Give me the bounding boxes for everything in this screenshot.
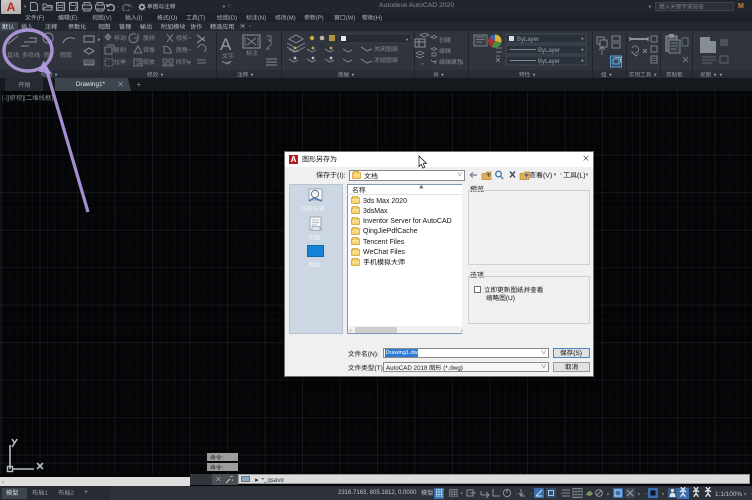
svg-text:A: A [220,35,232,54]
svg-text:ByLayer: ByLayer [517,37,539,43]
svg-text:ByLayer: ByLayer [538,59,560,65]
svg-text:ByLayer: ByLayer [538,48,560,54]
svg-text:1:1/100%: 1:1/100% [715,491,742,498]
